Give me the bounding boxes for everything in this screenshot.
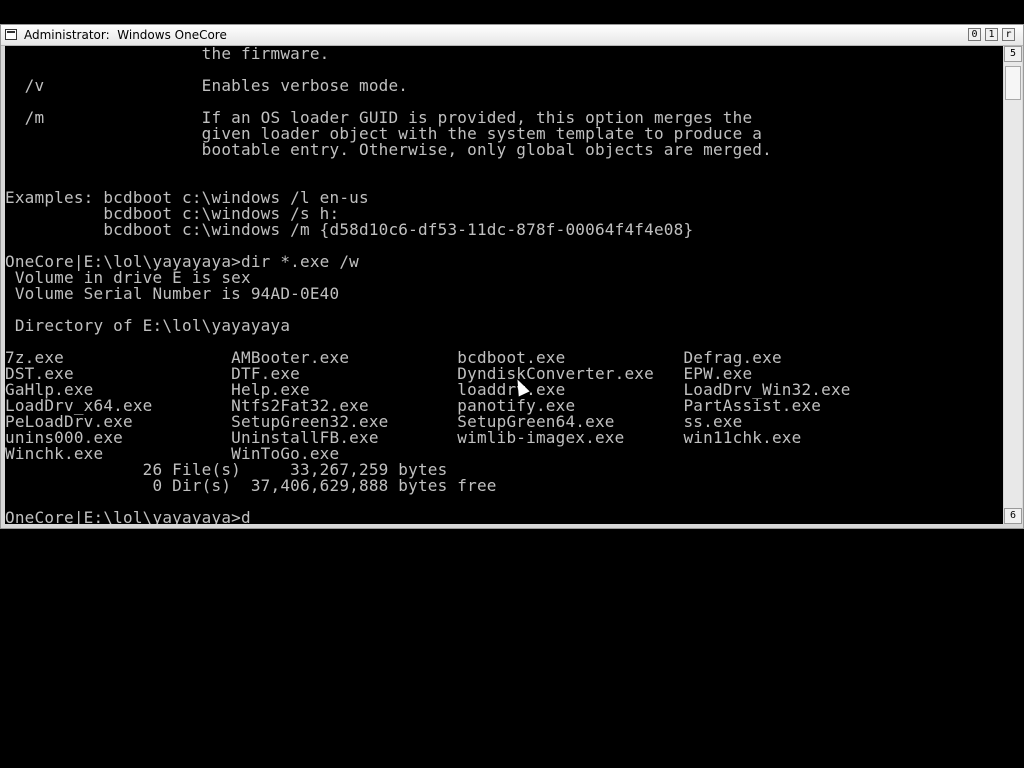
console-line: bootable entry. Otherwise, only global o…: [5, 140, 772, 159]
window-title: Administrator: Windows OneCore: [24, 28, 227, 42]
vertical-scrollbar[interactable]: 5 6: [1004, 46, 1022, 524]
console-line: the firmware.: [5, 46, 330, 63]
console-line: /v Enables verbose mode.: [5, 76, 409, 95]
console-line: 0 Dir(s) 37,406,629,888 bytes free: [5, 476, 497, 495]
console-app-icon[interactable]: [5, 29, 17, 40]
console-line: bcdboot c:\windows /m {d58d10c6-df53-11d…: [5, 220, 694, 239]
console-line: Directory of E:\lol\yayayaya: [5, 316, 291, 335]
command-input[interactable]: d: [241, 508, 251, 525]
prompt-text: OneCore|E:\lol\yayayaya>: [5, 508, 241, 525]
title-bar[interactable]: Administrator: Windows OneCore 0 1 r: [1, 25, 1023, 46]
command-line[interactable]: OneCore|E:\lol\yayayaya>d: [5, 508, 1003, 525]
maximize-button[interactable]: 1: [985, 28, 998, 41]
scroll-down-button[interactable]: 6: [1004, 508, 1022, 524]
minimize-button[interactable]: 0: [968, 28, 981, 41]
console-text: the firmware. /v Enables verbose mode. /…: [5, 46, 1003, 510]
console-line: Volume Serial Number is 94AD-0E40: [5, 284, 340, 303]
scroll-up-button[interactable]: 5: [1004, 46, 1022, 62]
console-window: Administrator: Windows OneCore 0 1 r the…: [0, 24, 1024, 529]
console-output[interactable]: the firmware. /v Enables verbose mode. /…: [5, 46, 1003, 524]
close-button[interactable]: r: [1002, 28, 1015, 41]
scroll-thumb[interactable]: [1005, 66, 1021, 100]
